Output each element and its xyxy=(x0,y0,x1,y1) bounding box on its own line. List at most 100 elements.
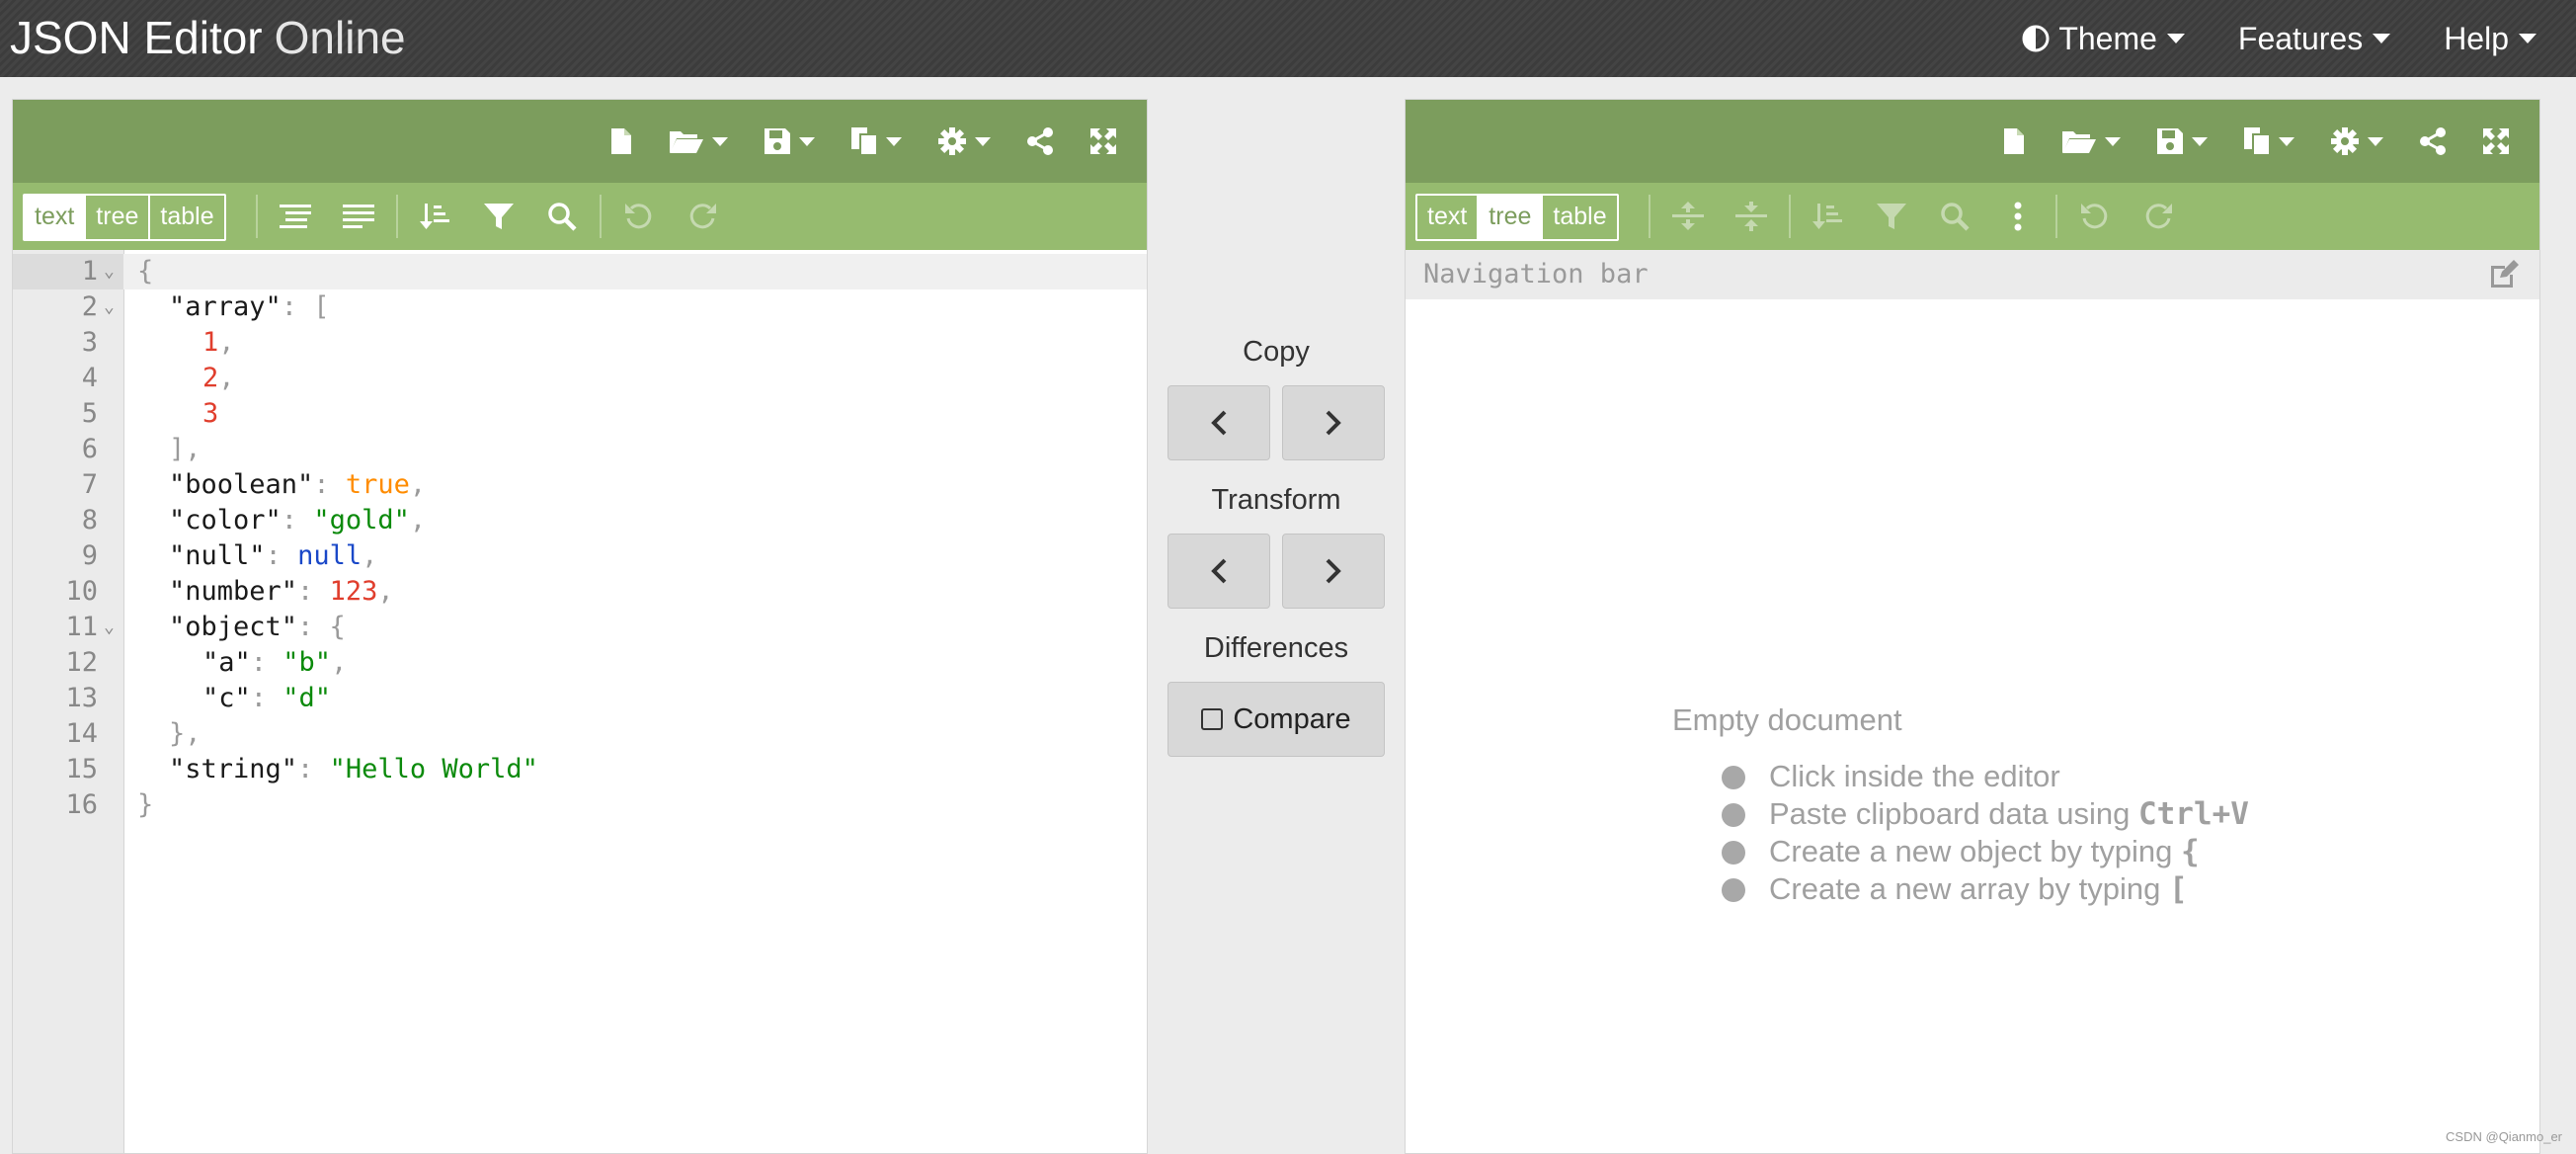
code-line-3: 1, xyxy=(202,327,235,358)
sort-icon xyxy=(1812,202,1844,231)
redo-button[interactable] xyxy=(2127,187,2190,246)
right-toolbar: text tree table xyxy=(1406,183,2539,250)
code-content[interactable]: { "array": [ 1, 2, 3 ], "boolean": true,… xyxy=(123,250,1147,1153)
app-title[interactable]: JSON Editor Online xyxy=(10,8,406,67)
right-settings-button[interactable] xyxy=(2312,117,2401,166)
transform-to-right-button[interactable] xyxy=(1282,534,1385,609)
navigation-bar[interactable]: Navigation bar xyxy=(1406,250,2539,299)
theme-menu[interactable]: Theme xyxy=(2021,21,2185,57)
chevron-down-icon xyxy=(2519,34,2536,43)
collapse-all-button[interactable] xyxy=(1720,187,1783,246)
compare-button[interactable]: Compare xyxy=(1167,682,1385,757)
right-mode-text[interactable]: text xyxy=(1417,196,1477,239)
help-menu-label: Help xyxy=(2444,20,2509,56)
right-editor-panel: text tree table Navigation bar Empty doc… xyxy=(1405,99,2540,1154)
undo-button[interactable] xyxy=(2063,187,2127,246)
code-line-8: "color": "gold", xyxy=(169,505,427,536)
fold-chevron-icon[interactable]: ⌄ xyxy=(104,610,120,645)
left-copy-button[interactable] xyxy=(833,117,920,166)
code-line-14: }, xyxy=(169,718,201,749)
left-open-button[interactable] xyxy=(651,117,746,166)
format-icon xyxy=(280,203,311,230)
chevron-down-icon xyxy=(2368,136,2383,146)
save-icon xyxy=(2156,127,2184,155)
right-copy-button[interactable] xyxy=(2225,117,2312,166)
right-maximize-button[interactable] xyxy=(2464,117,2528,166)
fold-chevron-icon[interactable]: ⌄ xyxy=(104,254,120,289)
right-share-button[interactable] xyxy=(2401,117,2464,166)
line-number: 15 xyxy=(65,754,98,784)
code-line-9: "null": null, xyxy=(169,540,378,571)
list-item: Create a new object by typing { xyxy=(1722,833,2249,870)
left-new-document-button[interactable] xyxy=(592,117,651,166)
format-button[interactable] xyxy=(264,187,327,246)
toolbar-separator xyxy=(600,195,602,238)
empty-document-info: Empty document Click inside the editor P… xyxy=(1672,702,2249,908)
left-mode-table[interactable]: table xyxy=(148,196,223,239)
line-number: 16 xyxy=(65,789,98,820)
more-options-button[interactable] xyxy=(1986,187,2050,246)
transform-to-left-button[interactable] xyxy=(1167,534,1270,609)
gear-icon xyxy=(937,126,967,156)
left-settings-button[interactable] xyxy=(920,117,1008,166)
undo-icon xyxy=(2080,202,2110,231)
fold-chevron-icon[interactable]: ⌄ xyxy=(104,289,120,325)
search-button[interactable] xyxy=(530,187,594,246)
left-maximize-button[interactable] xyxy=(1072,117,1135,166)
compact-icon xyxy=(343,203,374,230)
sort-button[interactable] xyxy=(1797,187,1860,246)
chevron-down-icon xyxy=(712,136,728,146)
chevron-down-icon xyxy=(2373,34,2391,43)
toolbar-separator xyxy=(396,195,398,238)
right-save-button[interactable] xyxy=(2138,117,2225,166)
compact-button[interactable] xyxy=(327,187,390,246)
app-header: JSON Editor Online Theme Features Help xyxy=(0,0,2576,77)
right-mode-table[interactable]: table xyxy=(1541,196,1616,239)
filter-button[interactable] xyxy=(467,187,530,246)
right-mode-tree[interactable]: tree xyxy=(1477,196,1542,239)
search-button[interactable] xyxy=(1923,187,1986,246)
help-menu[interactable]: Help xyxy=(2436,21,2536,57)
copy-to-left-button[interactable] xyxy=(1167,385,1270,460)
line-number: 7 xyxy=(81,469,98,500)
right-new-document-button[interactable] xyxy=(1984,117,2044,166)
line-number: 5 xyxy=(81,398,98,429)
left-menubar xyxy=(13,100,1147,183)
differences-label: Differences xyxy=(1203,632,1349,664)
theme-icon xyxy=(2021,24,2051,53)
chevron-down-icon xyxy=(2105,136,2121,146)
save-icon xyxy=(764,127,791,155)
code-line-13: "c": "d" xyxy=(202,683,332,713)
right-open-button[interactable] xyxy=(2044,117,2138,166)
list-item: Paste clipboard data using Ctrl+V xyxy=(1722,795,2249,833)
line-number: 14 xyxy=(65,718,98,749)
gear-icon xyxy=(2330,126,2360,156)
chevron-left-icon xyxy=(1210,409,1228,437)
active-line-highlight xyxy=(123,254,1147,289)
right-menubar xyxy=(1406,100,2539,183)
sort-button[interactable] xyxy=(404,187,467,246)
redo-icon xyxy=(687,202,717,231)
left-save-button[interactable] xyxy=(746,117,833,166)
redo-button[interactable] xyxy=(671,187,734,246)
undo-button[interactable] xyxy=(607,187,671,246)
edit-path-icon[interactable] xyxy=(2488,260,2520,289)
app-title-main: JSON Editor xyxy=(10,12,263,63)
collapse-all-icon xyxy=(1735,202,1767,231)
toolbar-separator xyxy=(1649,195,1650,238)
code-editor[interactable]: 1 ⌄ 2 ⌄ 3 4 5 6 7 8 9 10 11 ⌄ 12 13 14 15 16 { "array": [ … xyxy=(13,250,1147,1153)
chevron-down-icon xyxy=(799,136,815,146)
more-vertical-icon xyxy=(2013,202,2023,231)
empty-document-title: Empty document xyxy=(1672,702,1902,737)
left-mode-text[interactable]: text xyxy=(25,196,85,239)
expand-all-button[interactable] xyxy=(1656,187,1720,246)
filter-button[interactable] xyxy=(1860,187,1923,246)
copy-label: Copy xyxy=(1243,336,1310,368)
features-menu[interactable]: Features xyxy=(2230,21,2391,57)
left-share-button[interactable] xyxy=(1008,117,1072,166)
left-mode-tree[interactable]: tree xyxy=(84,196,148,239)
toolbar-separator xyxy=(1789,195,1791,238)
chevron-right-icon xyxy=(1325,557,1342,585)
copy-to-right-button[interactable] xyxy=(1282,385,1385,460)
code-line-10: "number": 123, xyxy=(169,576,394,607)
